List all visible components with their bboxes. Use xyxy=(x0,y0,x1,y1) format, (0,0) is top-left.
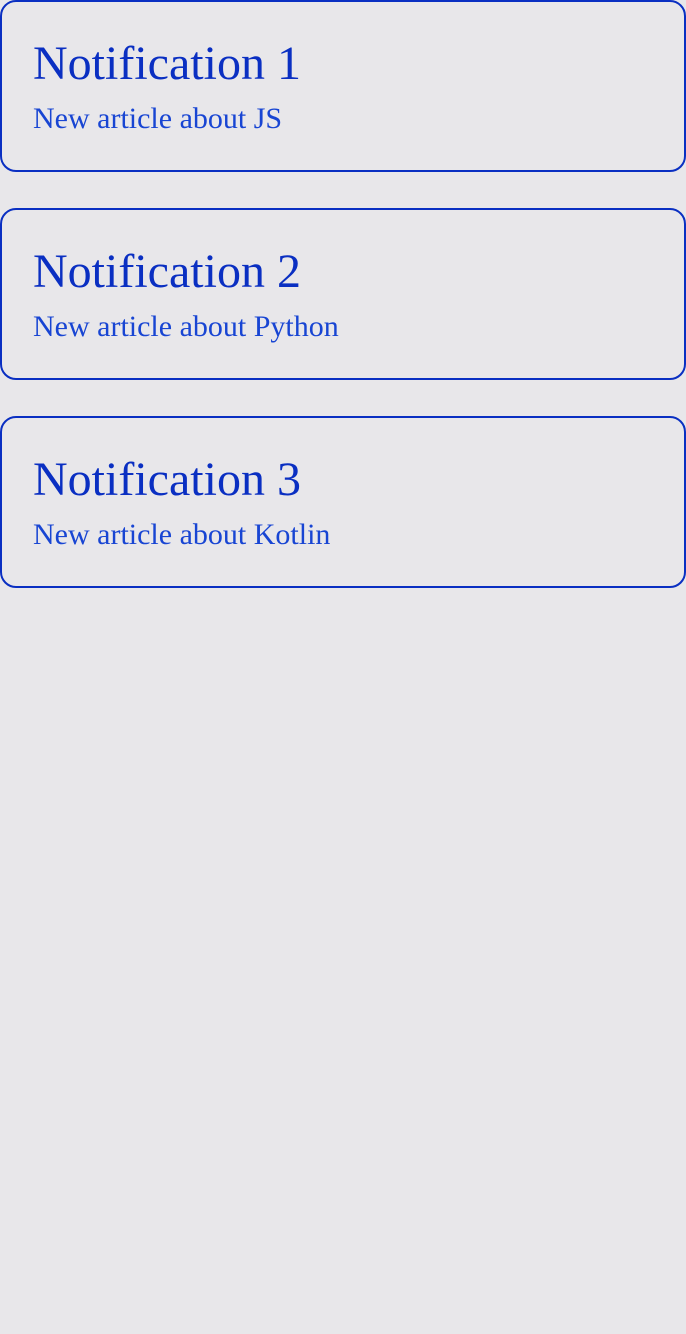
notification-card[interactable]: Notification 1 New article about JS xyxy=(0,0,686,172)
notification-title: Notification 3 xyxy=(33,453,301,506)
notification-message: New article about JS xyxy=(33,102,283,135)
notification-message: New article about Python xyxy=(33,310,339,343)
notification-card[interactable]: Notification 2 New article about Python xyxy=(0,208,686,380)
notification-title: Notification 1 xyxy=(33,37,301,90)
notification-message: New article about Kotlin xyxy=(33,518,331,551)
notification-title: Notification 2 xyxy=(33,245,301,298)
notification-card[interactable]: Notification 3 New article about Kotlin xyxy=(0,416,686,588)
